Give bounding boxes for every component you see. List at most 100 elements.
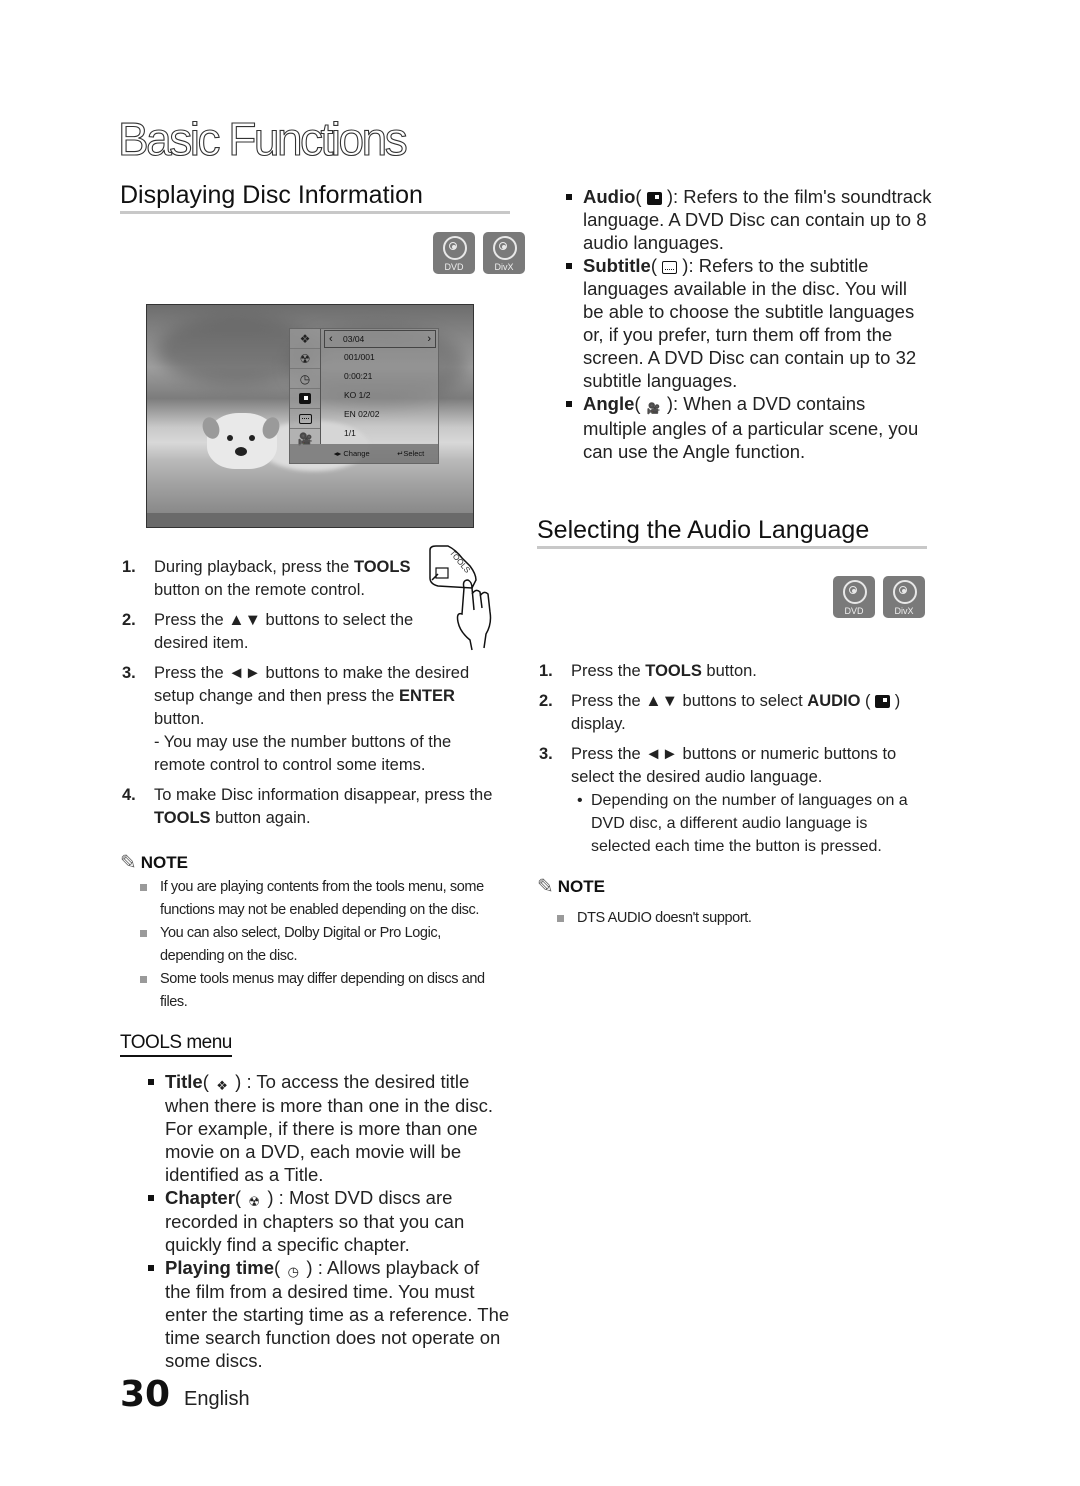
note-list-left: If you are playing contents from the too… (138, 876, 508, 1014)
step-text: Press the ◄► buttons or numeric buttons … (571, 745, 897, 786)
title-icon[interactable]: ❖ (290, 329, 320, 349)
pencil-note-icon: ✎ (537, 876, 554, 898)
playing-time-icon: ◷ (287, 1264, 299, 1279)
page-title: Basic Functions (117, 112, 408, 165)
note-text: You can also select, Dolby Digital or Pr… (160, 925, 441, 964)
audio-icon (646, 192, 662, 205)
step-text: button again. (210, 809, 311, 827)
osd-row-subtitle[interactable]: EN 02/02 (322, 405, 438, 424)
disc-badges-left: DVD DivX (433, 232, 525, 274)
tools-osd-menu: ❖ ☢ ◷ 🎥 ‹ 03/04 › 001/001 0:00:21 KO 1/2… (289, 328, 439, 464)
step-number: 3. (122, 664, 136, 682)
step-number: 2. (122, 611, 136, 629)
note-heading-left: ✎ NOTE (120, 850, 188, 875)
left-step-3: 3. Press the ◄► buttons to make the desi… (122, 662, 502, 777)
osd-row-audio[interactable]: KO 1/2 (322, 386, 438, 405)
pencil-note-icon: ✎ (120, 852, 137, 874)
divx-disc-icon: DivX (483, 232, 525, 274)
audio-keyword: AUDIO (807, 692, 861, 710)
osd-row-title[interactable]: ‹ 03/04 › (324, 330, 436, 348)
osd-footer: ◂▸ Change ↵Select (290, 444, 438, 463)
step-subnote: • Depending on the number of languages o… (577, 789, 929, 858)
note-text: If you are playing contents from the too… (160, 879, 484, 918)
note-label: NOTE (140, 852, 188, 872)
step-text: button on the remote control. (154, 581, 365, 599)
right-step-1: 1. Press the TOOLS button. (539, 660, 924, 683)
tools-keyword: TOOLS (645, 662, 702, 680)
select-label: Select (403, 449, 425, 458)
step-text: During playback, press the (154, 558, 354, 576)
section-rule (537, 546, 927, 549)
left-step-4: 4. To make Disc information disappear, p… (122, 784, 502, 830)
step-subnote: - You may use the number buttons of the … (154, 733, 452, 774)
change-label: Change (343, 449, 370, 458)
osd-row-chapter[interactable]: 001/001 (322, 348, 438, 367)
audio-icon (875, 695, 891, 708)
right-step-2: 2. Press the ▲▼ buttons to select AUDIO … (539, 692, 901, 733)
badge-label: DVD (444, 262, 464, 272)
note-text: Some tools menus may differ depending on… (160, 971, 485, 1010)
tools-item-angle: Angle( 🎥 ): When a DVD contains multiple… (566, 392, 932, 463)
playing-time-icon[interactable]: ◷ (290, 369, 320, 389)
enter-keyword: ENTER (398, 687, 455, 705)
audio-icon[interactable] (290, 389, 320, 409)
osd-change-hint: ◂▸ Change (333, 449, 370, 458)
remote-tools-hand-icon: TOOLS (429, 545, 492, 651)
step-text: Press the (571, 662, 646, 680)
osd-icon-column: ❖ ☢ ◷ 🎥 (290, 329, 321, 446)
item-name: Subtitle (583, 255, 651, 276)
disc-badges-right: DVD DivX (833, 576, 925, 618)
page-language: English (184, 1388, 250, 1410)
step-number: 4. (122, 786, 136, 804)
subnote-text: Depending on the number of languages on … (591, 792, 908, 855)
step-text: display. (571, 715, 626, 733)
dvd-disc-icon: DVD (433, 232, 475, 274)
item-desc: : Refers to the film's soundtrack langua… (583, 186, 932, 253)
chevron-left-icon[interactable]: ‹ (329, 331, 333, 347)
step-text: To make Disc information disappear, pres… (154, 786, 493, 804)
tools-menu-heading: TOOLS menu (120, 1032, 232, 1057)
tools-item-playing-time: Playing time( ◷ ) : Allows playback of t… (148, 1256, 510, 1372)
note-heading-right: ✎ NOTE (537, 874, 605, 899)
tools-menu-list-right: Audio( ): Refers to the film's soundtrac… (566, 185, 932, 463)
tools-item-audio: Audio( ): Refers to the film's soundtrac… (566, 185, 932, 254)
tools-item-chapter: Chapter( ☢ ) : Most DVD discs are record… (148, 1186, 510, 1256)
step-number: 2. (539, 692, 553, 710)
title-icon: ❖ (216, 1078, 228, 1093)
note-label: NOTE (557, 876, 605, 896)
badge-label: DivX (894, 606, 914, 616)
osd-row-angle[interactable]: 1/1 (322, 424, 438, 443)
right-step-3: 3. Press the ◄► buttons or numeric butto… (539, 743, 929, 858)
section-title-audio-language: Selecting the Audio Language (537, 516, 870, 544)
section-title-displaying-disc-info: Displaying Disc Information (120, 181, 423, 209)
badge-label: DVD (844, 606, 864, 616)
puppy-image (199, 413, 283, 469)
step-text: button. (701, 662, 757, 680)
chapter-icon: ☢ (248, 1194, 261, 1209)
note-item: Some tools menus may differ depending on… (138, 968, 508, 1014)
left-step-2: 2. Press the ▲▼ buttons to select the de… (122, 609, 422, 655)
item-name: Angle (583, 393, 635, 414)
page-number: 30 (120, 1374, 171, 1415)
chevron-right-icon[interactable]: › (427, 331, 431, 347)
osd-select-hint: ↵Select (397, 449, 424, 458)
item-name: Title (165, 1071, 203, 1092)
step-number: 1. (122, 558, 136, 576)
note-item: You can also select, Dolby Digital or Pr… (138, 922, 508, 968)
note-item: If you are playing contents from the too… (138, 876, 508, 922)
tools-item-title: Title( ❖ ) : To access the desired title… (148, 1070, 510, 1186)
step-number: 1. (539, 662, 553, 680)
osd-title-value: 03/04 (343, 334, 365, 344)
chapter-icon[interactable]: ☢ (290, 349, 320, 369)
subtitle-icon[interactable] (290, 409, 320, 429)
section-rule (120, 211, 510, 214)
step-number: 3. (539, 745, 553, 763)
left-step-1: 1. During playback, press the TOOLS butt… (122, 556, 422, 602)
item-name: Audio (583, 186, 636, 207)
subtitle-icon (662, 261, 678, 274)
osd-row-playing-time[interactable]: 0:00:21 (322, 367, 438, 386)
item-name: Chapter (165, 1187, 235, 1208)
dvd-disc-icon: DVD (833, 576, 875, 618)
disc-info-screenshot: ❖ ☢ ◷ 🎥 ‹ 03/04 › 001/001 0:00:21 KO 1/2… (146, 304, 474, 528)
item-desc: : When a DVD contains multiple angles of… (583, 393, 919, 462)
